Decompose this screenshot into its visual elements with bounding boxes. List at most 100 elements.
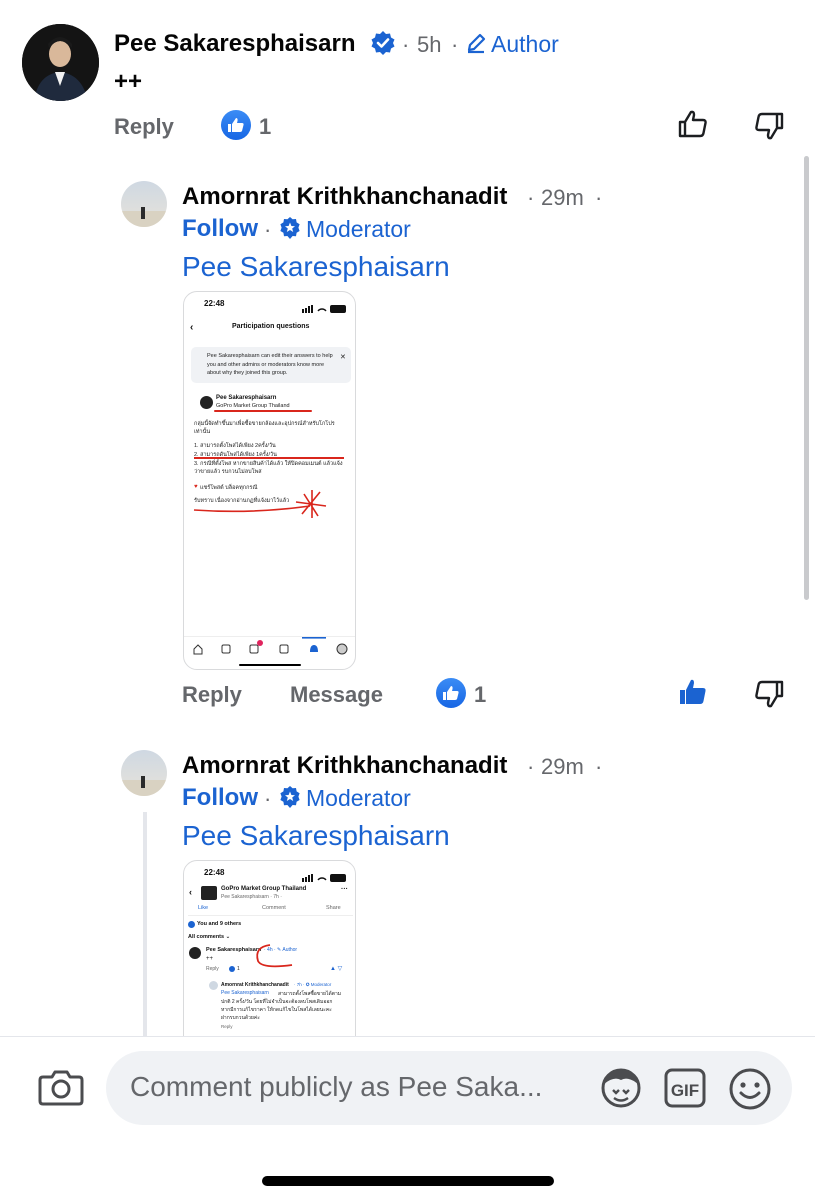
separator-dot: · bbox=[264, 786, 272, 811]
share-action: Share bbox=[326, 905, 341, 911]
reply-time: 29m bbox=[541, 185, 584, 210]
reply-text-4: ฝากรบกวนด้วยค่ะ bbox=[221, 1015, 260, 1021]
mention-link[interactable]: Pee Sakaresphaisarn bbox=[182, 820, 450, 852]
member-group: GoPro Market Group Thailand bbox=[216, 403, 290, 409]
comment-action: Comment bbox=[262, 905, 286, 911]
member-name: Pee Sakaresphaisarn bbox=[216, 395, 277, 401]
separator-dot: · bbox=[595, 185, 603, 210]
thumbs-down-icon[interactable] bbox=[753, 110, 785, 147]
reply-button[interactable]: Reply bbox=[114, 114, 174, 140]
red-underline bbox=[214, 410, 312, 412]
comment-text: ++ bbox=[206, 956, 214, 962]
notice-box: Pee Sakaresphaisarn can edit their answe… bbox=[191, 347, 351, 383]
scrollbar-thumb[interactable] bbox=[804, 156, 809, 600]
home-indicator bbox=[239, 664, 301, 666]
follow-button[interactable]: Follow bbox=[182, 784, 258, 812]
moderator-role-label: Moderator bbox=[306, 216, 411, 242]
status-icons bbox=[302, 300, 348, 313]
comment-reply: Reply bbox=[206, 966, 219, 972]
close-icon: ✕ bbox=[340, 354, 346, 361]
gif-icon[interactable]: GIF bbox=[664, 1068, 706, 1113]
comment-like-dot bbox=[229, 966, 235, 972]
divider bbox=[188, 915, 353, 916]
like-reaction-icon bbox=[436, 678, 466, 708]
reply-avatar bbox=[209, 981, 218, 990]
separator-dot: · bbox=[595, 754, 603, 779]
moderator-role-label: Moderator bbox=[306, 785, 411, 811]
red-scribble bbox=[252, 941, 298, 976]
comment-like-count: 1 bbox=[237, 966, 240, 972]
reply-text-2: ปกติ 2 ครั้ง/วัน โดยที่ไม่จำเป็นจะต้องลบ… bbox=[221, 999, 333, 1005]
like-action: Like bbox=[198, 905, 209, 911]
reply-meta: · 7h · ✪ Moderator bbox=[294, 982, 332, 987]
back-chevron-icon: ‹ bbox=[190, 322, 194, 333]
mention-link[interactable]: Pee Sakaresphaisarn bbox=[182, 251, 450, 283]
more-icon: ··· bbox=[341, 886, 348, 893]
screenshot-title: Participation questions bbox=[232, 323, 310, 330]
home-indicator bbox=[262, 1176, 554, 1186]
thumbs-down-icon[interactable] bbox=[753, 678, 785, 715]
like-count: 1 bbox=[259, 114, 272, 139]
verified-badge-icon bbox=[370, 30, 396, 61]
reply-author: Amornrat Krithkhanchanadit bbox=[221, 982, 289, 988]
comment-time: 5h bbox=[417, 32, 442, 57]
pencil-icon bbox=[465, 32, 487, 59]
member-avatar bbox=[200, 396, 213, 409]
reply-author-name[interactable]: Amornrat Krithkhanchanadit bbox=[182, 183, 507, 211]
group-sub: Pee Sakaresphaisarn · 7h · bbox=[221, 894, 282, 900]
moderator-shield-icon bbox=[278, 216, 302, 245]
camera-icon[interactable] bbox=[38, 1067, 84, 1112]
comment-avatar bbox=[189, 947, 201, 959]
moderator-shield-icon bbox=[278, 785, 302, 814]
reply-time: 29m bbox=[541, 754, 584, 779]
thumbs-up-filled-icon[interactable] bbox=[677, 676, 709, 713]
author-avatar[interactable] bbox=[22, 24, 99, 101]
status-time: 22:48 bbox=[204, 868, 225, 877]
notice-text: Pee Sakaresphaisarn can edit their answe… bbox=[207, 353, 333, 376]
reply-button[interactable]: Reply bbox=[182, 682, 242, 708]
group-name: GoPro Market Group Thailand bbox=[221, 886, 307, 892]
reply-text-3: หากมีการแก้ไขราคา ให้กดแก้ไขในโพสได้เลยน… bbox=[221, 1007, 332, 1013]
separator-dot: · bbox=[402, 32, 410, 57]
attached-screenshot[interactable]: 22:48 ‹ GoPro Market Group Thailand Pee … bbox=[183, 860, 356, 1060]
reply-mention: Pee Sakaresphaisarn bbox=[221, 990, 269, 996]
reply-text-1: สามารถตั้งโพสซื้อขายได้ตาม bbox=[278, 991, 342, 997]
comment-placeholder: Comment publicly as Pee Saka... bbox=[130, 1071, 543, 1102]
separator-dot: · bbox=[527, 754, 535, 779]
svg-text:GIF: GIF bbox=[671, 1081, 699, 1100]
composer-bar: Comment publicly as Pee Saka... GIF bbox=[0, 1036, 815, 1200]
follow-button[interactable]: Follow bbox=[182, 215, 258, 243]
thumbs-icons: ▲ ▽ bbox=[330, 966, 343, 972]
separator-dot: · bbox=[451, 32, 459, 57]
status-time: 22:48 bbox=[204, 299, 225, 308]
moderator-avatar[interactable] bbox=[121, 181, 167, 227]
separator-dot: · bbox=[264, 217, 272, 242]
group-thumb bbox=[201, 886, 217, 900]
message-button[interactable]: Message bbox=[290, 682, 383, 708]
rule-3: 3. กรณีที่ตั้งโพส หากขายสินค้าได้แล้ว ให… bbox=[194, 461, 343, 475]
avatar-sticker-icon[interactable] bbox=[598, 1066, 644, 1115]
moderator-avatar[interactable] bbox=[121, 750, 167, 796]
rules-intro: กลุ่มนี้จัดทำขึ้นมาเพื่อซื้อขายกล้องและอ… bbox=[194, 421, 335, 435]
all-comments: All comments ⌄ bbox=[188, 934, 231, 940]
status-icons bbox=[302, 869, 348, 882]
rule-1: 1. สามารถตั้งโพสได้เพียง 2ครั้ง/วัน bbox=[194, 443, 276, 449]
author-role-label: Author bbox=[491, 31, 559, 57]
bottom-nav bbox=[184, 636, 355, 656]
like-count: 1 bbox=[474, 682, 487, 707]
comment-author-name[interactable]: Pee Sakaresphaisarn bbox=[114, 30, 356, 58]
comment-input[interactable]: Comment publicly as Pee Saka... GIF bbox=[106, 1051, 792, 1125]
thumbs-up-icon[interactable] bbox=[677, 108, 709, 145]
emoji-icon[interactable] bbox=[728, 1067, 772, 1116]
comment-text: ++ bbox=[114, 68, 143, 95]
like-reaction-icon bbox=[221, 110, 251, 140]
red-underline bbox=[194, 457, 344, 459]
reaction-dot bbox=[188, 921, 195, 928]
reply-reply: Reply bbox=[221, 1024, 233, 1029]
back-chevron-icon: ‹ bbox=[189, 887, 192, 897]
reactions-text: You and 9 others bbox=[197, 921, 242, 927]
reply-author-name[interactable]: Amornrat Krithkhanchanadit bbox=[182, 752, 507, 780]
thread-line bbox=[143, 812, 147, 1040]
separator-dot: · bbox=[527, 185, 535, 210]
attached-screenshot[interactable]: 22:48 ‹ Participation questions Pee Saka… bbox=[183, 291, 356, 670]
